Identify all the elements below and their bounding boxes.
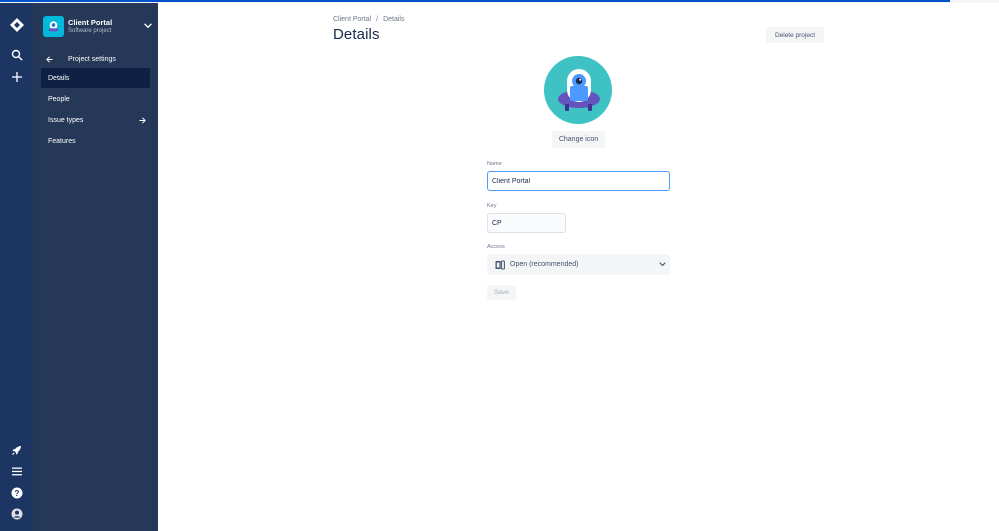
create-plus-icon[interactable]	[6, 66, 28, 88]
project-sidebar: Client Portal Software project Project s…	[33, 3, 158, 531]
back-to-project[interactable]: Project settings	[42, 52, 152, 66]
project-avatar-large	[544, 56, 612, 124]
breadcrumb-details[interactable]: Details	[383, 16, 404, 23]
access-label: Access	[487, 244, 505, 250]
rocket-icon[interactable]	[6, 440, 28, 461]
back-label: Project settings	[68, 55, 116, 63]
jira-logo-icon[interactable]	[6, 14, 28, 36]
key-label: Key	[487, 203, 497, 209]
access-value: Open (recommended)	[510, 261, 579, 268]
open-access-icon	[495, 260, 505, 270]
global-nav-bottom: ?	[0, 440, 33, 524]
arrow-right-icon	[134, 117, 150, 124]
page-title: Details	[333, 26, 380, 43]
profile-avatar-icon[interactable]	[6, 503, 28, 524]
breadcrumb-separator: /	[376, 16, 379, 23]
delete-project-button[interactable]: Delete project	[766, 27, 824, 43]
sidebar-item-label: Features	[48, 137, 76, 145]
sidebar-item-label: Details	[48, 74, 70, 82]
chevron-down-icon	[654, 262, 670, 267]
arrow-left-icon	[42, 56, 56, 63]
name-input[interactable]	[487, 171, 670, 191]
name-label: Name	[487, 161, 502, 167]
key-input[interactable]	[487, 213, 566, 233]
sidebar-item-issue-types[interactable]: Issue types	[41, 110, 150, 130]
access-select[interactable]: Open (recommended)	[487, 254, 670, 275]
sidebar-item-label: People	[48, 95, 70, 103]
sidebar-item-details[interactable]: Details	[41, 68, 150, 88]
project-type: Software project	[68, 27, 112, 34]
breadcrumb-project[interactable]: Client Portal	[333, 16, 371, 23]
global-nav: ?	[0, 3, 33, 531]
svg-text:?: ?	[14, 488, 19, 497]
project-avatar-large-icon	[544, 56, 612, 124]
sidebar-item-label: Issue types	[48, 116, 84, 124]
breadcrumb: Client Portal / Details	[333, 16, 405, 23]
project-name: Client Portal	[68, 17, 113, 27]
sidebar-item-features[interactable]: Features	[41, 131, 150, 151]
project-titles: Client Portal Software project	[68, 18, 143, 35]
loading-bar	[0, 0, 950, 2]
save-button[interactable]: Save	[487, 285, 516, 300]
search-icon[interactable]	[6, 44, 28, 66]
change-icon-button[interactable]: Change icon	[552, 131, 605, 148]
chevron-down-icon	[143, 21, 153, 31]
menu-icon[interactable]	[6, 461, 28, 482]
help-icon[interactable]: ?	[6, 482, 28, 503]
project-switcher[interactable]: Client Portal Software project	[43, 15, 153, 37]
project-avatar-icon	[43, 15, 64, 37]
sidebar-item-people[interactable]: People	[41, 89, 150, 109]
